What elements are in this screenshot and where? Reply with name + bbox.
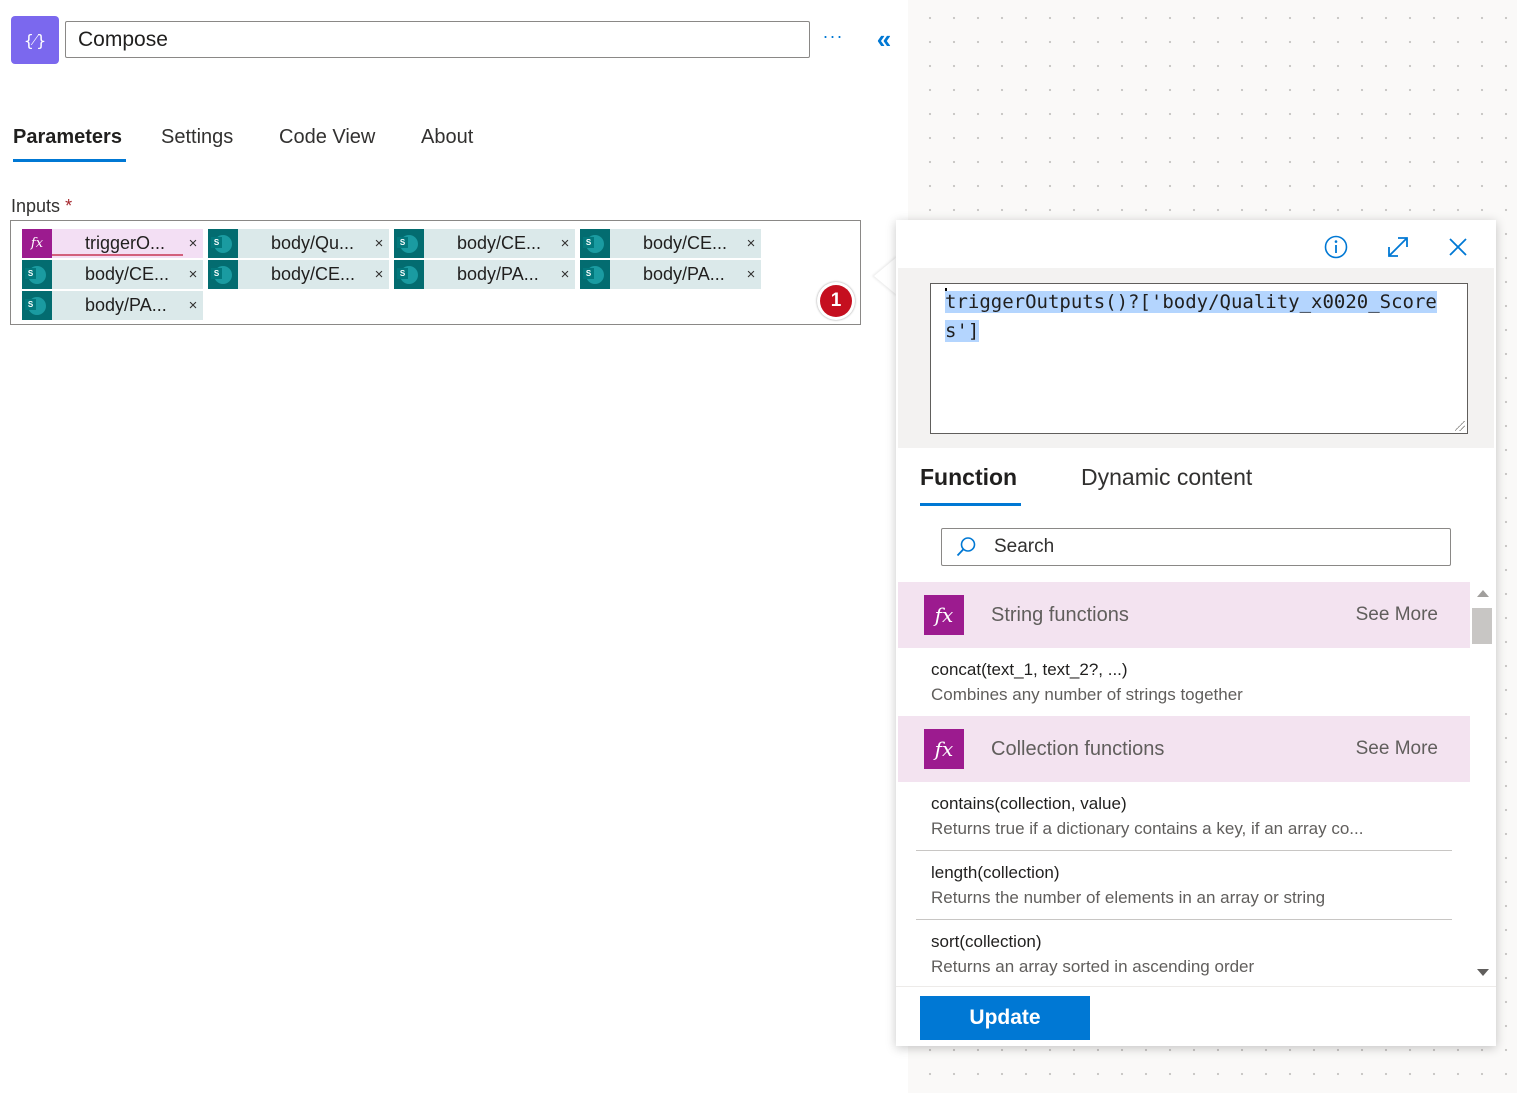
popup-pointer [874,256,898,296]
function-list-scrollbar[interactable] [1470,582,1494,986]
remove-token-icon[interactable]: × [741,235,761,252]
inputs-label: Inputs * [11,196,72,217]
see-more-link[interactable]: See More [1356,604,1438,626]
fx-icon: fx [924,595,964,635]
required-mark: * [65,196,73,216]
scroll-up-arrow-icon[interactable] [1477,590,1489,597]
function-search-box[interactable] [941,528,1451,566]
footer-divider [896,986,1496,987]
info-icon[interactable] [1322,234,1350,262]
category-name: String functions [991,603,1129,626]
fx-icon: fx [924,729,964,769]
tab-dynamic-content[interactable]: Dynamic content [1081,464,1252,502]
inputs-field[interactable]: fx triggerO... × body/Qu... × body/CE...… [10,220,861,325]
sharepoint-icon [22,260,52,289]
category-string-functions[interactable]: fx String functions See More [898,582,1470,648]
scroll-down-arrow-icon[interactable] [1477,969,1489,976]
scrollbar-thumb[interactable] [1472,608,1492,644]
function-signature: length(collection) [931,863,1060,882]
inputs-label-text: Inputs [11,196,61,216]
token-label: body/Qu... [271,233,355,253]
compose-action-icon: {⁄} [11,16,59,64]
tab-code-view[interactable]: Code View [279,120,375,160]
remove-token-icon[interactable]: × [555,266,575,283]
token-body-quality[interactable]: body/Qu... × [208,229,389,258]
remove-token-icon[interactable]: × [741,266,761,283]
sharepoint-icon [22,291,52,320]
function-item-contains[interactable]: contains(collection, value) Returns true… [916,782,1452,851]
action-title-input[interactable] [65,21,810,58]
resize-handle[interactable] [1455,421,1465,431]
token-body-ce-3[interactable]: body/CE... × [22,260,203,289]
sharepoint-icon [208,229,238,258]
function-description: Returns the number of elements in an arr… [931,888,1326,907]
search-icon [956,537,976,557]
see-more-link[interactable]: See More [1356,738,1438,760]
token-body-ce-2[interactable]: body/CE... × [580,229,761,258]
remove-token-icon[interactable]: × [555,235,575,252]
function-item-concat[interactable]: concat(text_1, text_2?, ...) Combines an… [916,648,1452,716]
token-body-pa-2[interactable]: body/PA... × [580,260,761,289]
sharepoint-icon [580,260,610,289]
token-label: body/CE... [85,264,170,284]
expression-editor-area: triggerOutputs()?['body/Quality_x0020_Sc… [898,268,1494,448]
function-signature: contains(collection, value) [931,794,1127,813]
token-body-pa-1[interactable]: body/PA... × [394,260,575,289]
category-collection-functions[interactable]: fx Collection functions See More [898,716,1470,782]
function-signature: concat(text_1, text_2?, ...) [931,660,1128,679]
remove-token-icon[interactable]: × [369,235,389,252]
function-signature: sort(collection) [931,932,1042,951]
sharepoint-icon [394,229,424,258]
token-trigger-outputs[interactable]: fx triggerO... × [22,229,203,258]
token-label: body/CE... [457,233,542,253]
function-description: Combines any number of strings together [931,685,1243,704]
function-description: Returns an array sorted in ascending ord… [931,957,1255,976]
expression-textarea[interactable]: triggerOutputs()?['body/Quality_x0020_Sc… [930,283,1468,434]
expand-icon[interactable] [1384,234,1412,262]
token-body-ce-1[interactable]: body/CE... × [394,229,575,258]
category-name: Collection functions [991,737,1165,760]
token-label: body/CE... [643,233,728,253]
update-button[interactable]: Update [920,996,1090,1040]
remove-token-icon[interactable]: × [183,235,203,252]
remove-token-icon[interactable]: × [369,266,389,283]
sharepoint-icon [208,260,238,289]
function-item-length[interactable]: length(collection) Returns the number of… [916,851,1452,920]
tab-function[interactable]: Function [920,464,1022,506]
search-input[interactable] [992,535,1416,559]
token-label: body/PA... [85,295,167,315]
expression-text: triggerOutputs()?['body/Quality_x0020_Sc… [945,291,1437,342]
function-item-sort[interactable]: sort(collection) Returns an array sorted… [916,920,1452,986]
sharepoint-icon [580,229,610,258]
sharepoint-icon [394,260,424,289]
badge-number: 1 [820,285,852,317]
action-details-panel: {⁄} ··· « Parameters Settings Code View … [0,0,908,1093]
token-body-ce-4[interactable]: body/CE... × [208,260,389,289]
token-body-pa-3[interactable]: body/PA... × [22,291,203,320]
token-label: triggerO... [52,233,183,256]
token-label: body/CE... [271,264,356,284]
token-label: body/PA... [643,264,725,284]
function-list: fx String functions See More concat(text… [898,582,1496,986]
collapse-panel-button[interactable]: « [870,24,898,54]
tab-parameters[interactable]: Parameters [13,120,126,162]
function-description: Returns true if a dictionary contains a … [931,819,1364,838]
close-icon[interactable] [1444,234,1472,262]
callout-number-badge: 1 [817,282,855,320]
tab-about[interactable]: About [421,120,473,160]
token-label: body/PA... [457,264,539,284]
remove-token-icon[interactable]: × [183,266,203,283]
more-options-button[interactable]: ··· [818,26,848,52]
expression-editor-popup: triggerOutputs()?['body/Quality_x0020_Sc… [896,220,1496,1046]
remove-token-icon[interactable]: × [183,297,203,314]
fx-icon: fx [22,229,52,258]
tab-settings[interactable]: Settings [161,120,233,160]
